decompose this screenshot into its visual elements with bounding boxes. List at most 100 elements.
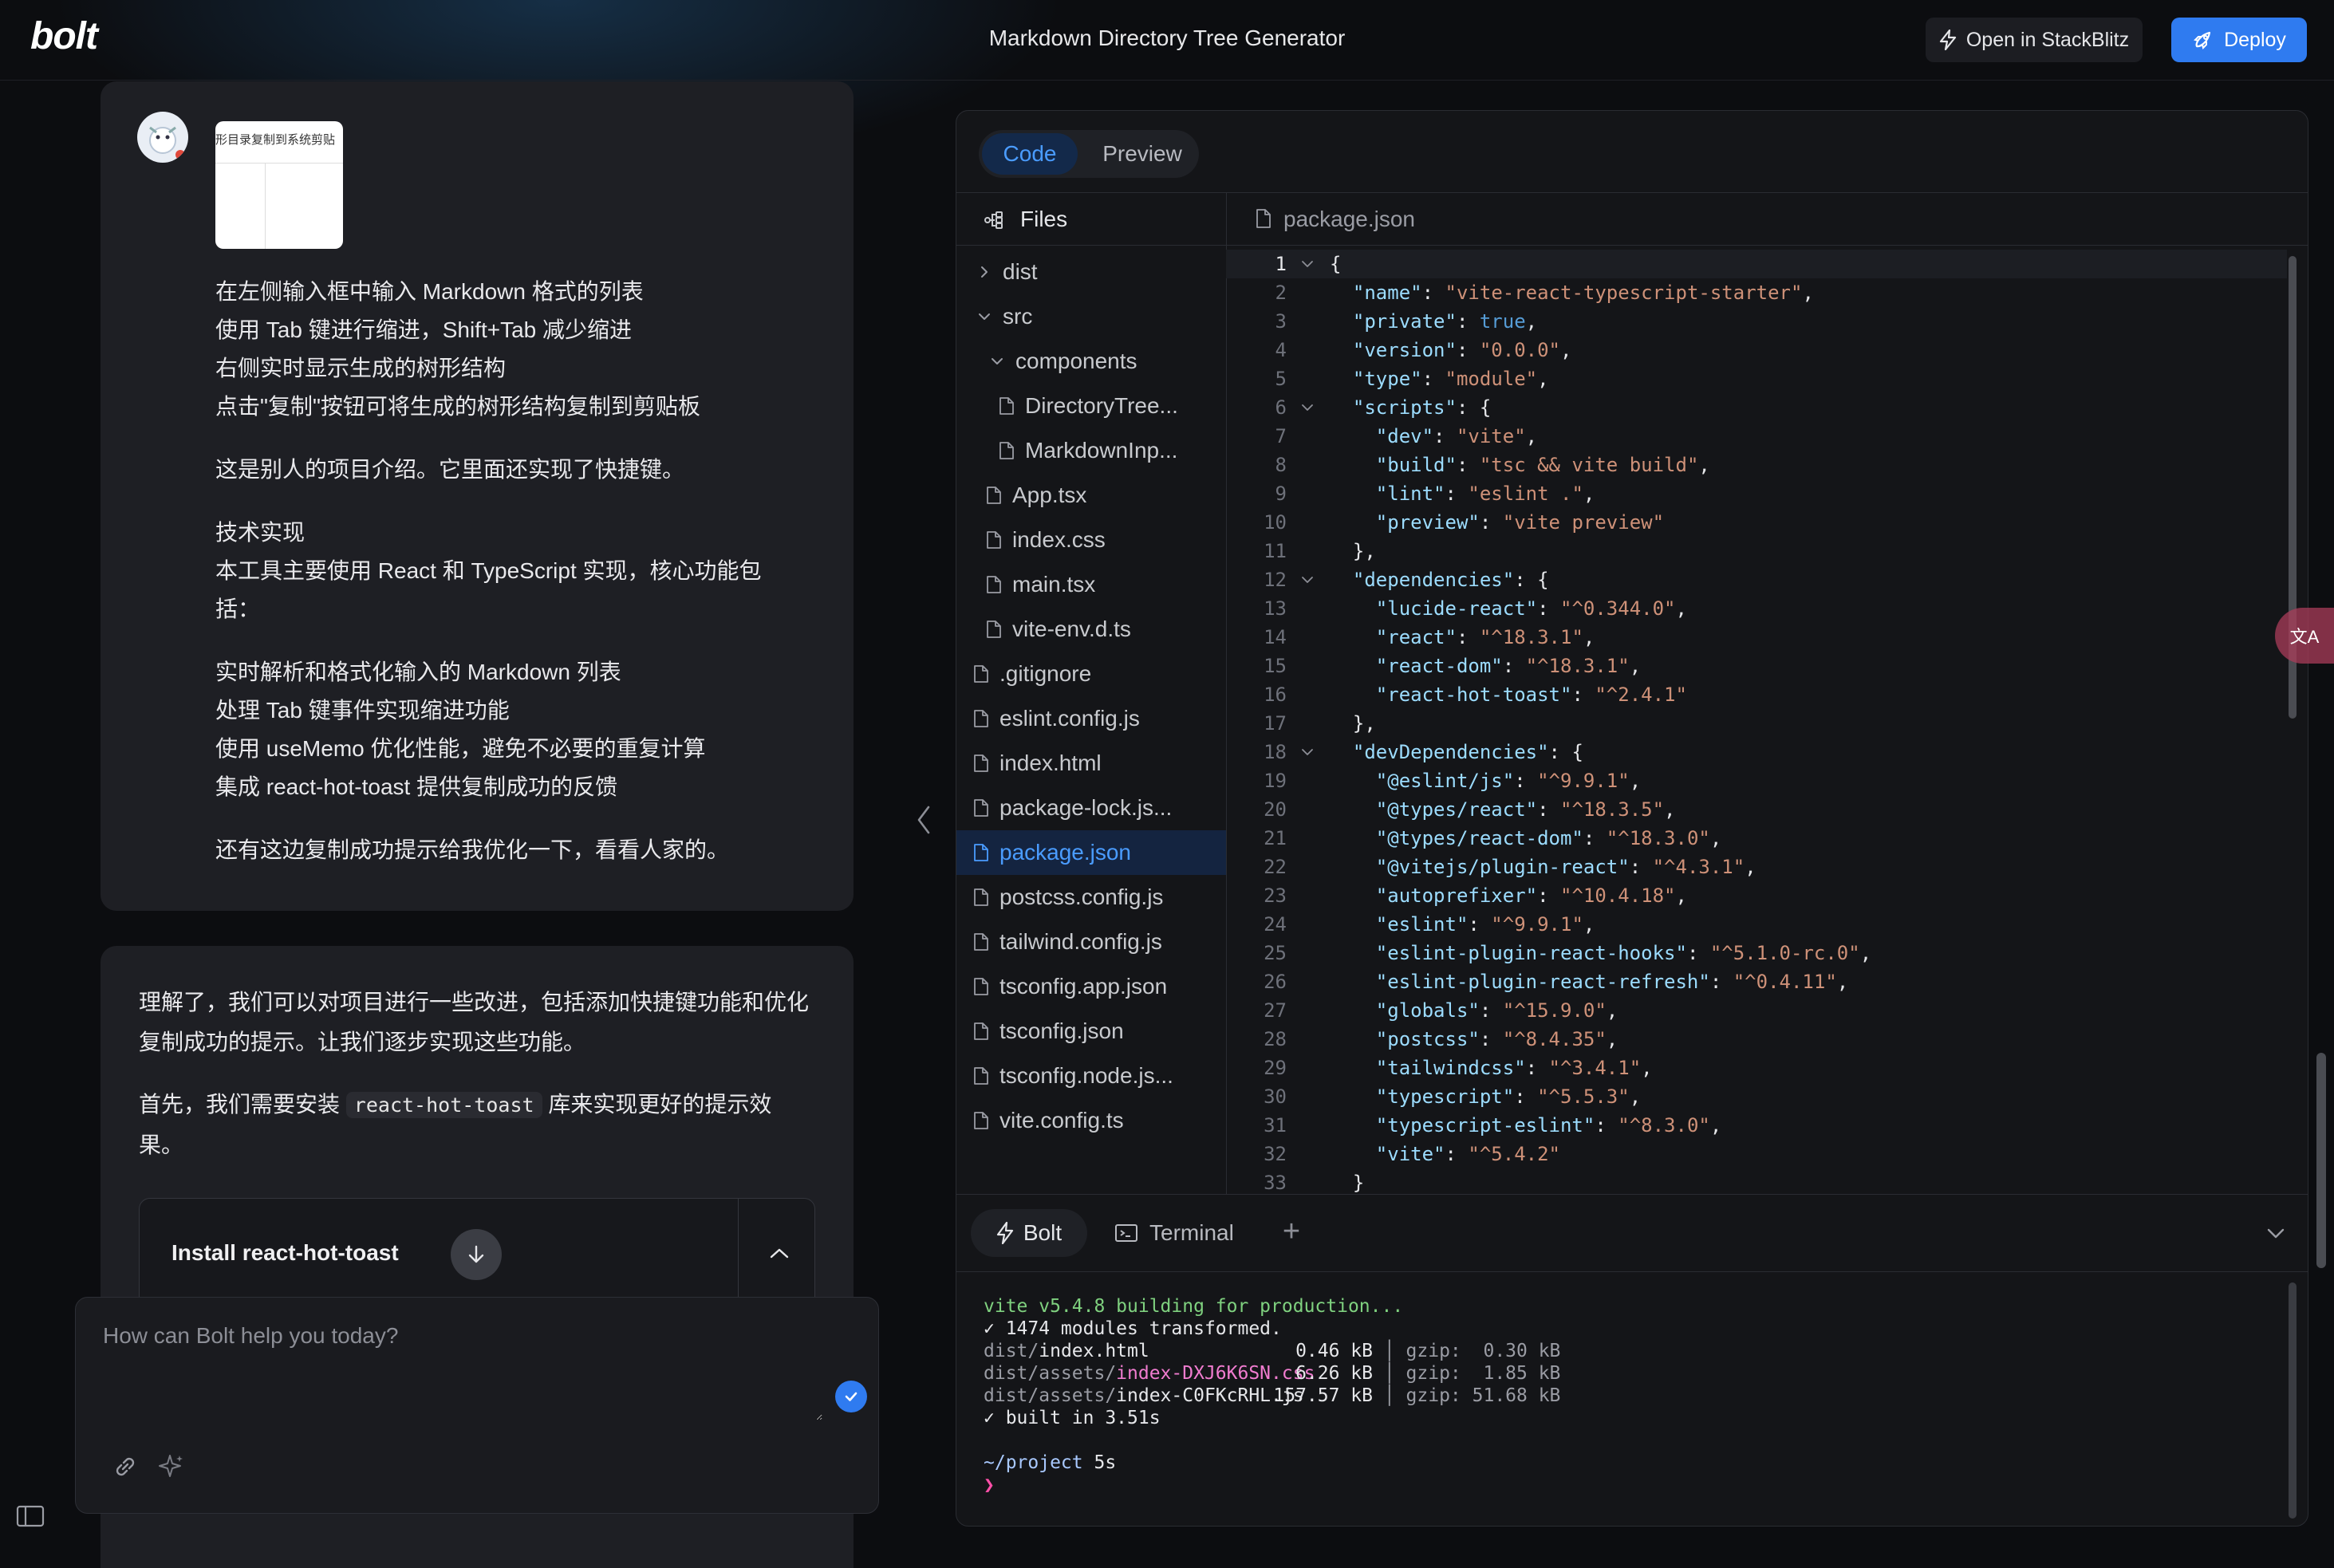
page-scrollbar-thumb[interactable] (2316, 1053, 2326, 1268)
translate-badge[interactable]: 文A (2275, 608, 2334, 664)
line-code: "preview": "vite preview" (1375, 511, 1665, 534)
user-paragraph: 技术实现 本工具主要使用 React 和 TypeScript 实现，核心功能包… (215, 514, 822, 628)
install-action-card[interactable]: Install react-hot-toast (139, 1198, 815, 1311)
file-item[interactable]: App.tsx (956, 473, 1226, 518)
code-line: 4 "version": "0.0.0", (1226, 336, 2287, 364)
attached-image-thumbnail[interactable]: 形目录复制到系统剪贴 (215, 121, 343, 249)
file-item[interactable]: vite-env.d.ts (956, 607, 1226, 652)
terminal-panel: Bolt Terminal + vite v5.4.8 building for… (956, 1194, 2308, 1526)
output-dir: dist/assets/ (984, 1363, 1117, 1384)
tree-item-label: tsconfig.json (999, 1018, 1124, 1043)
terminal-tabs: Bolt Terminal + (956, 1195, 2308, 1272)
fold-chevron-icon[interactable] (1299, 744, 1315, 760)
output-size: 157.57 kB (1273, 1385, 1373, 1406)
code-line: 18 "devDependencies": { (1226, 738, 2287, 766)
line-number: 20 (1264, 798, 1287, 821)
enhance-prompt-sparkle-icon[interactable] (154, 1449, 189, 1484)
file-icon (974, 888, 988, 906)
line-code: "devDependencies": { (1352, 741, 1583, 763)
line-number: 5 (1275, 368, 1287, 390)
assistant-message-text: 理解了，我们可以对项目进行一些改进，包括添加快捷键功能和优化 复制成功的提示。让… (139, 983, 825, 1188)
code-line: 24 "eslint": "^9.9.1", (1226, 910, 2287, 939)
tree-item-label: tsconfig.node.js... (999, 1063, 1173, 1088)
tree-item-label: package-lock.js... (999, 795, 1173, 820)
file-item[interactable]: eslint.config.js (956, 696, 1226, 741)
file-icon (974, 933, 988, 951)
file-item[interactable]: MarkdownInp... (956, 428, 1226, 473)
line-code: "autoprefixer": "^10.4.18", (1375, 884, 1687, 907)
tree-item-label: dist (1003, 259, 1038, 284)
file-item[interactable]: tsconfig.app.json (956, 964, 1226, 1009)
user-paragraph: 在左侧输入框中输入 Markdown 格式的列表 使用 Tab 键进行缩进，Sh… (215, 273, 822, 426)
code-content[interactable]: 1{2 "name": "vite-react-typescript-start… (1226, 250, 2287, 1194)
check-icon[interactable] (835, 1381, 867, 1412)
line-code: "tailwindcss": "^3.4.1", (1375, 1057, 1653, 1079)
terminal-scrollbar-thumb[interactable] (2289, 1282, 2297, 1519)
file-item[interactable]: tsconfig.json (956, 1009, 1226, 1054)
file-item[interactable]: DirectoryTree... (956, 384, 1226, 428)
file-item[interactable]: .gitignore (956, 652, 1226, 696)
file-item[interactable]: vite.config.ts (956, 1098, 1226, 1143)
tree-item-label: tailwind.config.js (999, 929, 1162, 954)
file-item[interactable]: package-lock.js... (956, 786, 1226, 830)
line-code: "typescript": "^5.5.3", (1375, 1085, 1642, 1108)
open-in-stackblitz-button[interactable]: Open in StackBlitz (1926, 18, 2143, 62)
code-line: 32 "vite": "^5.4.2" (1226, 1140, 2287, 1168)
deploy-button[interactable]: Deploy (2171, 18, 2307, 62)
prompt-input[interactable] (101, 1322, 822, 1420)
file-item[interactable]: index.html (956, 741, 1226, 786)
download-icon[interactable] (451, 1229, 502, 1280)
file-icon (987, 531, 1001, 549)
file-item[interactable]: tailwind.config.js (956, 920, 1226, 964)
file-icon (987, 487, 1001, 504)
add-terminal-button[interactable]: + (1275, 1215, 1307, 1247)
prompt-caret: ❯ (984, 1475, 995, 1495)
user-line: 点击"复制"按钮可将生成的树形结构复制到剪贴板 (215, 394, 700, 419)
chevron-down-icon[interactable] (2263, 1220, 2289, 1246)
chevron-left-icon[interactable] (908, 801, 940, 839)
terminal-icon (1115, 1224, 1137, 1242)
chevron-up-icon[interactable] (762, 1235, 797, 1271)
folder-item[interactable]: components (956, 339, 1226, 384)
line-code: "name": "vite-react-typescript-starter", (1352, 282, 1814, 304)
code-line: 26 "eslint-plugin-react-refresh": "^0.4.… (1226, 967, 2287, 996)
editor-scrollbar[interactable] (2287, 256, 2298, 1173)
code-line: 17 }, (1226, 709, 2287, 738)
folder-item[interactable]: dist (956, 250, 1226, 294)
attach-link-icon[interactable] (108, 1449, 143, 1484)
fold-chevron-icon[interactable] (1299, 572, 1315, 588)
fold-chevron-icon[interactable] (1299, 400, 1315, 416)
line-code: "@vitejs/plugin-react": "^4.3.1", (1375, 856, 1756, 878)
tab-preview[interactable]: Preview (1090, 133, 1194, 175)
code-line: 28 "postcss": "^8.4.35", (1226, 1025, 2287, 1054)
tree-item-label: MarkdownInp... (1025, 438, 1178, 463)
sidebar-toggle-icon[interactable] (16, 1504, 45, 1528)
code-line: 7 "dev": "vite", (1226, 422, 2287, 451)
line-number: 11 (1264, 540, 1287, 562)
file-item[interactable]: package.json (956, 830, 1226, 875)
file-item[interactable]: tsconfig.node.js... (956, 1054, 1226, 1098)
file-tree: dist src components DirectoryTree... Markdow… (956, 250, 1226, 1143)
file-item[interactable]: main.tsx (956, 562, 1226, 607)
code-line: 21 "@types/react-dom": "^18.3.0", (1226, 824, 2287, 853)
line-code: "dependencies": { (1352, 569, 1549, 591)
fold-chevron-icon[interactable] (1299, 256, 1315, 272)
terminal-output[interactable]: vite v5.4.8 building for production... ✓… (984, 1295, 2260, 1496)
line-number: 17 (1264, 712, 1287, 735)
tree-item-label: App.tsx (1012, 483, 1087, 507)
editor-tab[interactable]: package.json (1226, 192, 2308, 246)
terminal-scrollbar[interactable] (2287, 1282, 2298, 1519)
tab-bolt-terminal[interactable]: Bolt (971, 1209, 1087, 1257)
tab-terminal[interactable]: Terminal (1114, 1209, 1234, 1257)
file-item[interactable]: postcss.config.js (956, 875, 1226, 920)
page-scrollbar[interactable] (2313, 80, 2329, 1552)
tab-code[interactable]: Code (982, 133, 1078, 175)
user-line: 使用 useMemo 优化性能，避免不必要的重复计算 (215, 736, 706, 761)
user-line: 本工具主要使用 React 和 TypeScript 实现，核心功能包 (215, 558, 762, 583)
folder-item[interactable]: src (956, 294, 1226, 339)
file-item[interactable]: index.css (956, 518, 1226, 562)
file-icon (1256, 209, 1271, 228)
prompt-box (75, 1297, 879, 1514)
line-code: "dev": "vite", (1375, 425, 1538, 447)
line-code: "lint": "eslint .", (1375, 483, 1595, 505)
